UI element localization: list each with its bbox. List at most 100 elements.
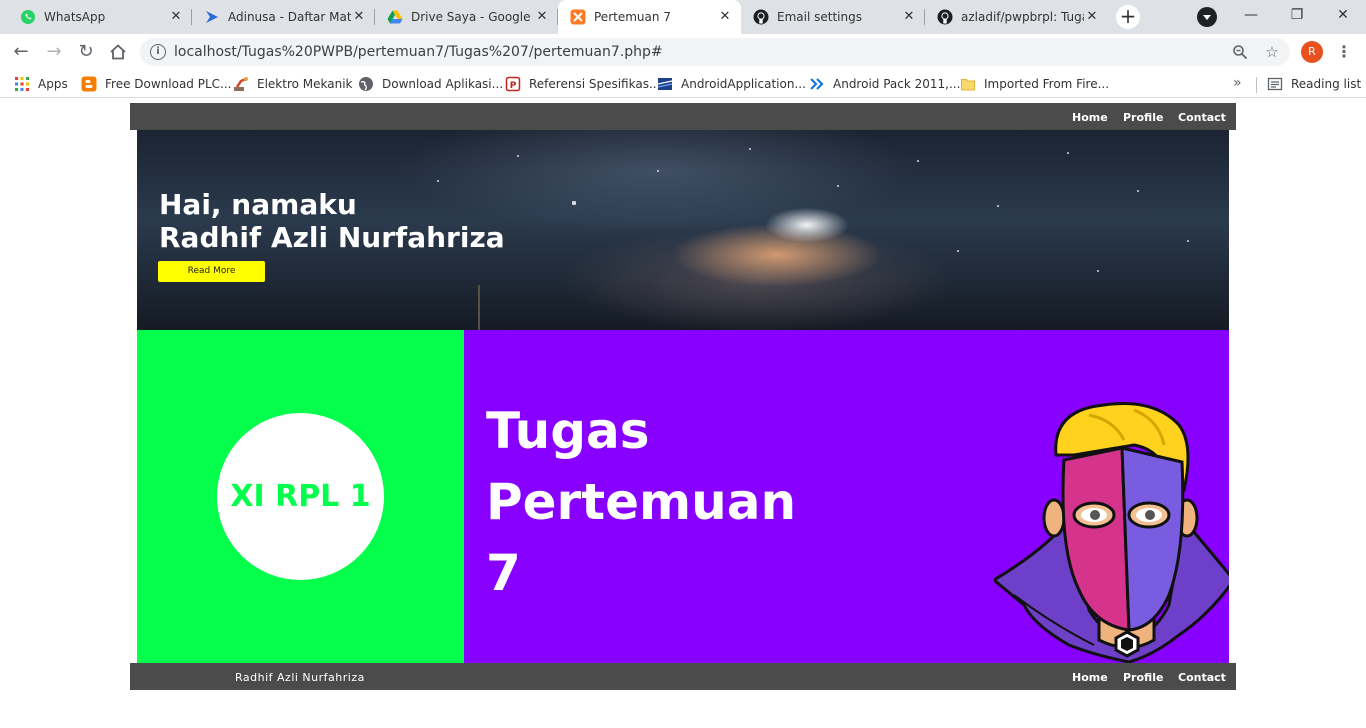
address-url[interactable]: localhost/Tugas%20PWPB/pertemuan7/Tugas%…	[174, 44, 663, 60]
reading-list-label: Reading list	[1291, 77, 1362, 91]
tab-google-drive[interactable]: Drive Saya - Google D ✕	[375, 0, 558, 34]
read-more-button[interactable]: Read More	[158, 261, 265, 282]
svg-text:P: P	[510, 81, 517, 91]
bookmarks-divider	[1256, 77, 1257, 93]
book-icon	[657, 76, 673, 92]
browser-toolbar: ← → ↻ i localhost/Tugas%20PWPB/pertemuan…	[0, 34, 1366, 70]
nav-profile-link[interactable]: Profile	[1123, 111, 1163, 124]
tab-github-repo[interactable]: azladif/pwpbrpl: Tugas ✕	[925, 0, 1108, 34]
site-info-icon[interactable]: i	[150, 44, 166, 60]
github-icon	[937, 9, 953, 25]
tab-strip: WhatsApp ✕ Adinusa - Daftar Mate ✕ Drive…	[0, 0, 1366, 34]
bookmark-free-download-plc[interactable]: Free Download PLC...	[81, 75, 232, 93]
bookmarks-bar: Apps Free Download PLC... Elektro Mekani…	[0, 70, 1366, 98]
bookmark-elektro-mekanik[interactable]: Elektro Mekanik	[233, 75, 353, 93]
tab-adinusa[interactable]: Adinusa - Daftar Mate ✕	[192, 0, 375, 34]
bookmark-label: Free Download PLC...	[105, 77, 232, 91]
bookmark-apps[interactable]: Apps	[14, 75, 68, 93]
adinusa-icon	[204, 9, 220, 25]
tab-pertemuan-7[interactable]: Pertemuan 7 ✕	[558, 0, 741, 34]
close-icon[interactable]: ✕	[1084, 9, 1100, 25]
bookmark-star-icon[interactable]: ☆	[1262, 42, 1282, 62]
xampp-icon	[570, 9, 586, 25]
close-window-button[interactable]: ✕	[1320, 0, 1366, 32]
bookmark-label: Referensi Spesifikas...	[529, 77, 661, 91]
footer-profile-link[interactable]: Profile	[1123, 671, 1163, 684]
title-line-1: Tugas	[486, 402, 650, 460]
folder-icon	[960, 76, 976, 92]
star	[917, 160, 919, 162]
reading-list-icon	[1267, 76, 1283, 92]
footer-author-name: Radhif Azli Nurfahriza	[235, 671, 365, 684]
tab-search-icon[interactable]	[1197, 7, 1217, 27]
star	[957, 250, 959, 252]
hero-banner: Hai, namaku Radhif Azli Nurfahriza Read …	[137, 130, 1229, 330]
apps-grid-icon	[14, 76, 30, 92]
hero-heading: Hai, namaku Radhif Azli Nurfahriza	[159, 188, 505, 254]
bookmark-android-application[interactable]: AndroidApplication...	[657, 75, 806, 93]
home-icon[interactable]	[106, 40, 130, 64]
bookmark-download-aplikasi[interactable]: Download Aplikasi...	[358, 75, 503, 93]
nav-home-link[interactable]: Home	[1072, 111, 1108, 124]
footer-home-link[interactable]: Home	[1072, 671, 1108, 684]
tab-title: WhatsApp	[44, 10, 106, 24]
address-bar[interactable]: i localhost/Tugas%20PWPB/pertemuan7/Tuga…	[140, 38, 1290, 66]
hero-line-1: Hai, namaku	[159, 188, 357, 221]
bookmark-label: Android Pack 2011,...	[833, 77, 961, 91]
close-icon[interactable]: ✕	[901, 9, 917, 25]
back-icon[interactable]: ←	[9, 40, 33, 64]
tab-title: Drive Saya - Google D	[411, 10, 534, 24]
tab-title: Email settings	[777, 10, 862, 24]
bookmark-label: Apps	[38, 77, 68, 91]
site-footer: Radhif Azli Nurfahriza Home Profile Cont…	[130, 663, 1236, 690]
minimize-button[interactable]: —	[1228, 0, 1274, 32]
close-icon[interactable]: ✕	[534, 9, 550, 25]
close-icon[interactable]: ✕	[717, 9, 733, 25]
globe-icon	[358, 76, 374, 92]
star	[1187, 240, 1189, 242]
tab-title: Adinusa - Daftar Mate	[228, 10, 351, 24]
star	[1067, 152, 1069, 154]
zoom-icon[interactable]	[1230, 42, 1250, 62]
whatsapp-icon	[20, 9, 36, 25]
bookmark-imported-from-firefox[interactable]: Imported From Fire...	[960, 75, 1109, 93]
bookmarks-overflow-button[interactable]: »	[1233, 75, 1242, 91]
restore-button[interactable]: ❐	[1274, 0, 1320, 32]
tab-whatsapp[interactable]: WhatsApp ✕	[8, 0, 192, 34]
robot-arm-icon	[233, 76, 249, 92]
class-panel: XI RPL 1	[137, 330, 464, 663]
bookmark-label: Imported From Fire...	[984, 77, 1110, 91]
nav-contact-link[interactable]: Contact	[1178, 111, 1226, 124]
close-icon[interactable]: ✕	[168, 9, 184, 25]
forward-icon[interactable]: →	[42, 40, 66, 64]
star	[437, 180, 439, 182]
pdf-icon: P	[505, 76, 521, 92]
title-panel: Tugas Pertemuan 7	[464, 330, 1229, 663]
reading-list-button[interactable]: Reading list	[1267, 75, 1361, 93]
bookmark-label: Elektro Mekanik	[257, 77, 353, 91]
class-badge-text: XI RPL 1	[230, 479, 371, 514]
title-line-2: Pertemuan	[486, 473, 797, 531]
star	[837, 185, 839, 187]
star	[657, 170, 659, 172]
tab-email-settings[interactable]: Email settings ✕	[741, 0, 925, 34]
new-tab-button[interactable]: +	[1116, 5, 1140, 29]
star	[572, 201, 576, 205]
boat-mast	[478, 285, 480, 330]
site-navbar: Home Profile Contact	[130, 103, 1236, 130]
reload-icon[interactable]: ↻	[74, 40, 98, 64]
bookmark-label: Download Aplikasi...	[382, 77, 504, 91]
avatar[interactable]: R	[1301, 41, 1323, 63]
page-title: Tugas Pertemuan 7	[486, 396, 806, 609]
class-badge-circle: XI RPL 1	[217, 413, 384, 580]
menu-icon[interactable]: ⋮	[1334, 40, 1354, 64]
title-line-3: 7	[486, 544, 521, 602]
bookmark-android-pack[interactable]: Android Pack 2011,...	[809, 75, 960, 93]
footer-contact-link[interactable]: Contact	[1178, 671, 1226, 684]
star	[997, 205, 999, 207]
masked-hero-illustration	[994, 402, 1229, 663]
star	[517, 155, 519, 157]
bookmark-referensi[interactable]: P Referensi Spesifikas...	[505, 75, 660, 93]
star	[749, 148, 751, 150]
close-icon[interactable]: ✕	[351, 9, 367, 25]
